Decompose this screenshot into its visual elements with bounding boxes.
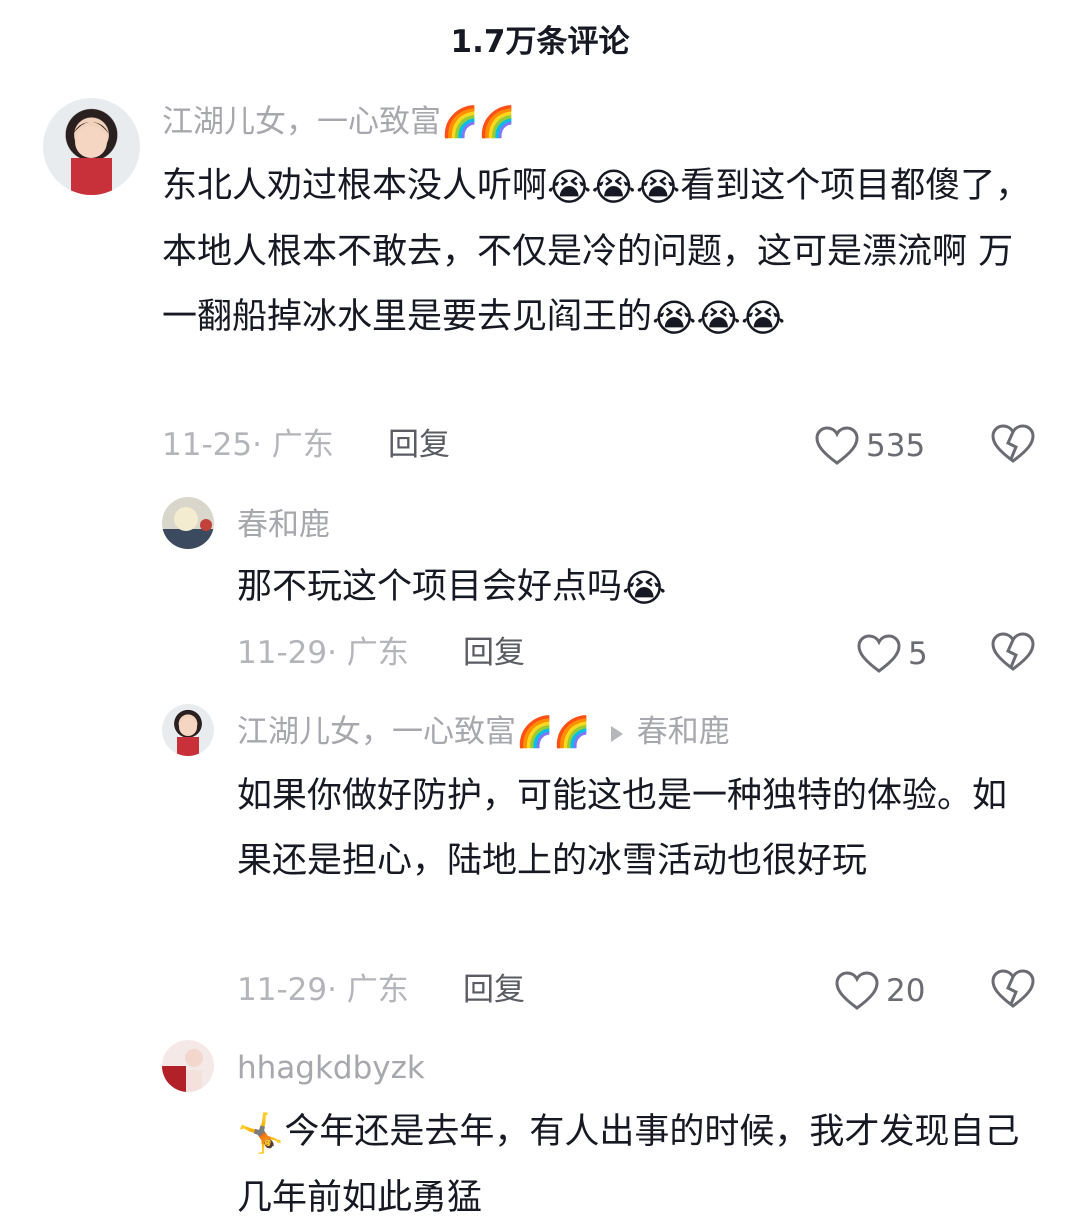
reply-to-username: 春和鹿 [636, 714, 730, 750]
plush-avatar[interactable] [162, 497, 214, 549]
crying-face-icon: 😭 [622, 566, 667, 610]
reply-arrow-icon [610, 725, 623, 742]
dislike-button[interactable] [990, 423, 1036, 469]
comment-username[interactable]: 春和鹿 [237, 505, 330, 545]
like-count: 5 [908, 636, 928, 672]
child-avatar[interactable] [43, 98, 140, 195]
child-avatar[interactable] [162, 704, 214, 756]
dislike-button[interactable] [990, 968, 1036, 1014]
crying-face-icon: 😭😭😭 [652, 296, 786, 340]
comment-date-location: 11-25· 广东 [162, 427, 334, 463]
child-avatar-image [71, 122, 112, 195]
reply-button[interactable]: 回复 [463, 970, 525, 1010]
comment-text: 🤸今年还是去年，有人出事的时候，我才发现自己几年前如此勇猛 [237, 1111, 1020, 1218]
comment-date-location: 11-29· 广东 [237, 972, 409, 1008]
comment-username[interactable]: 江湖儿女，一心致富🌈🌈 [162, 102, 516, 143]
woman-avatar-image [162, 1049, 203, 1092]
broken-heart-icon [991, 969, 1035, 1008]
comment-text: 如果你做好防护，可能这也是一种独特的体验。如果还是担心，陆地上的冰雪活动也很好玩 [237, 776, 1008, 881]
heart-icon [835, 971, 879, 1010]
like-button[interactable]: 20 [834, 970, 925, 1012]
comment-date-location: 11-29· 广东 [237, 635, 409, 671]
like-button[interactable]: 535 [814, 425, 925, 467]
broken-heart-icon [991, 424, 1035, 463]
crying-face-icon: 😭😭😭 [547, 165, 681, 209]
comment-text: 东北人劝过根本没人听啊😭😭😭看到这个项目都傻了，本地人根本不敢去，不仅是冷的问题… [162, 165, 1031, 340]
rainbow-icon: 🌈🌈 [516, 715, 591, 750]
comment-text: 那不玩这个项目会好点吗😭 [237, 566, 667, 610]
dislike-button[interactable] [990, 631, 1036, 677]
like-button[interactable]: 5 [856, 633, 928, 675]
comment-username[interactable]: 江湖儿女，一心致富🌈🌈 春和鹿 [237, 712, 730, 753]
broken-heart-icon [991, 632, 1035, 671]
comment-count-title: 1.7万条评论 [450, 23, 630, 60]
child-avatar-image [177, 718, 199, 756]
woman-avatar[interactable] [162, 1040, 214, 1092]
like-count: 20 [886, 973, 926, 1009]
like-count: 535 [866, 428, 926, 464]
plush-avatar-image [162, 507, 214, 549]
rainbow-icon: 🌈🌈 [441, 105, 516, 140]
cartwheel-sticker-icon: 🤸 [237, 1111, 285, 1155]
reply-button[interactable]: 回复 [388, 425, 450, 465]
heart-icon [815, 426, 859, 465]
heart-icon [857, 634, 901, 673]
reply-button[interactable]: 回复 [463, 633, 525, 673]
comment-username[interactable]: hhagkdbyzk [237, 1048, 425, 1088]
